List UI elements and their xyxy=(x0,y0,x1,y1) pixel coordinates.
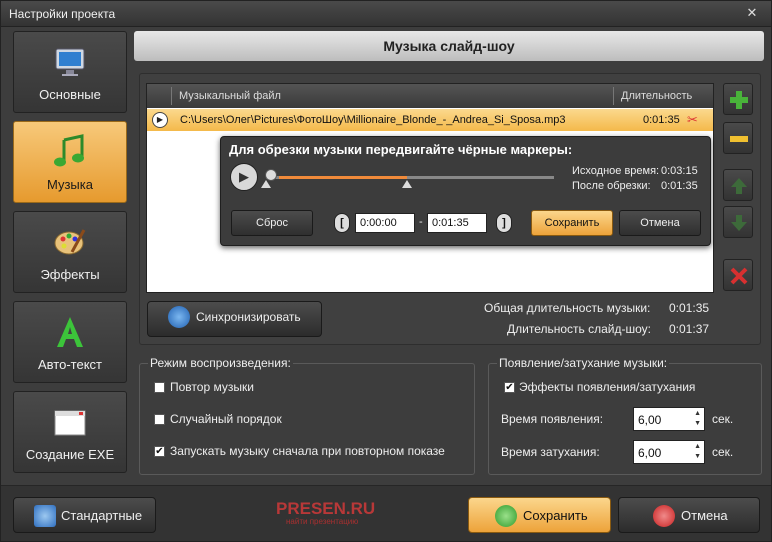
move-up-button[interactable] xyxy=(723,169,753,201)
preview-play-icon[interactable]: ▶ xyxy=(230,163,258,191)
nav-create-exe-label: Создание EXE xyxy=(25,447,115,462)
spin-up-icon[interactable]: ▲ xyxy=(694,443,701,450)
sync-button[interactable]: Синхронизировать xyxy=(147,301,322,337)
end-time-field[interactable]: 0:01:35 xyxy=(427,213,487,233)
nav-autotext-label: Авто-текст xyxy=(38,357,102,372)
cancel-icon xyxy=(653,505,675,527)
random-checkbox[interactable] xyxy=(154,414,165,425)
standard-button-label: Стандартные xyxy=(61,508,143,523)
save-button-label: Сохранить xyxy=(523,508,588,523)
project-settings-window: Настройки проекта ✕ Основные Музыка Эффе… xyxy=(0,0,772,542)
fade-in-label: Время появления: xyxy=(501,412,604,426)
spin-up-icon[interactable]: ▲ xyxy=(694,410,701,417)
plus-icon xyxy=(730,91,748,109)
column-file[interactable]: Музыкальный файл xyxy=(179,90,281,102)
fade-in-value: 6,00 xyxy=(638,413,662,427)
sync-icon xyxy=(168,306,190,328)
add-music-button[interactable] xyxy=(723,83,753,115)
start-marker[interactable] xyxy=(261,180,271,188)
table-row[interactable]: ▶ C:\Users\Олег\Pictures\ФотоШоу\Million… xyxy=(147,109,713,131)
reset-button[interactable]: Сброс xyxy=(231,210,313,236)
trim-save-button[interactable]: Сохранить xyxy=(531,210,613,236)
trim-track[interactable] xyxy=(266,176,554,179)
close-icon[interactable]: ✕ xyxy=(743,5,761,21)
title-bar: Настройки проекта ✕ xyxy=(1,1,771,27)
source-time-value: 0:03:15 xyxy=(661,165,698,177)
set-start-button[interactable]: [ xyxy=(334,213,350,233)
trim-heading: Для обрезки музыки передвигайте чёрные м… xyxy=(229,142,573,157)
minus-icon xyxy=(730,136,748,142)
slideshow-duration-value: 0:01:37 xyxy=(669,322,710,336)
repeat-checkbox[interactable] xyxy=(154,382,165,393)
after-trim-label: После обрезки: xyxy=(572,180,651,192)
settings-icon xyxy=(34,505,56,527)
delete-x-icon xyxy=(730,267,748,285)
restart-checkbox[interactable]: ✔ xyxy=(154,446,165,457)
total-music-value: 0:01:35 xyxy=(669,301,710,315)
nav-general[interactable]: Основные xyxy=(13,31,127,113)
fade-out-spinner[interactable]: 6,00 ▲ ▼ xyxy=(633,440,705,464)
delete-music-button[interactable] xyxy=(723,259,753,291)
spin-down-icon[interactable]: ▼ xyxy=(694,453,701,460)
nav-autotext[interactable]: Авто-текст xyxy=(13,301,127,383)
trim-cancel-button[interactable]: Отмена xyxy=(619,210,701,236)
column-separator xyxy=(171,87,172,105)
start-time-field[interactable]: 0:00:00 xyxy=(355,213,415,233)
slideshow-duration-label: Длительность слайд-шоу: xyxy=(507,322,651,336)
fade-legend: Появление/затухание музыки: xyxy=(497,356,670,370)
total-music-label: Общая длительность музыки: xyxy=(484,301,651,315)
scissors-icon[interactable]: ✂ xyxy=(687,112,698,128)
play-icon[interactable]: ▶ xyxy=(152,112,168,128)
music-file-duration: 0:01:35 xyxy=(643,114,680,126)
source-time-label: Исходное время: xyxy=(572,165,660,177)
after-trim-value: 0:01:35 xyxy=(661,180,698,192)
cancel-button-label: Отмена xyxy=(681,508,728,523)
standard-button[interactable]: Стандартные xyxy=(13,497,156,533)
fade-out-unit: сек. xyxy=(712,445,734,459)
arrow-down-icon xyxy=(731,215,747,231)
fade-in-spinner[interactable]: 6,00 ▲ ▼ xyxy=(633,407,705,431)
fade-effects-label: Эффекты появления/затухания xyxy=(519,380,696,394)
remove-music-button[interactable] xyxy=(723,122,753,154)
page-title: Музыка слайд-шоу xyxy=(134,31,764,61)
range-dash: - xyxy=(419,216,423,228)
trim-popup: Для обрезки музыки передвигайте чёрные м… xyxy=(220,136,711,246)
nav-general-label: Основные xyxy=(39,87,101,102)
end-marker[interactable] xyxy=(402,180,412,188)
nav-effects[interactable]: Эффекты xyxy=(13,211,127,293)
nav-effects-label: Эффекты xyxy=(40,267,100,282)
fade-effects-checkbox[interactable]: ✔ xyxy=(504,382,515,393)
playback-mode-legend: Режим воспроизведения: xyxy=(148,356,293,370)
music-file-path: C:\Users\Олег\Pictures\ФотоШоу\Millionai… xyxy=(180,114,566,126)
spin-down-icon[interactable]: ▼ xyxy=(694,420,701,427)
arrow-up-icon xyxy=(731,178,747,194)
fade-out-value: 6,00 xyxy=(638,446,662,460)
cancel-button[interactable]: Отмена xyxy=(618,497,760,533)
monitor-icon xyxy=(55,48,85,76)
logo-text: PRESEN.RU xyxy=(276,499,376,518)
nav-music-label: Музыка xyxy=(47,177,93,192)
move-down-button[interactable] xyxy=(723,206,753,238)
random-label: Случайный порядок xyxy=(170,412,282,426)
window-title: Настройки проекта xyxy=(9,7,116,21)
set-end-button[interactable]: ] xyxy=(496,213,512,233)
palette-icon xyxy=(54,229,86,255)
trim-selected-range xyxy=(279,176,407,179)
logo-subtext: найти презентацию xyxy=(286,517,359,526)
letter-a-icon xyxy=(57,317,83,347)
save-button[interactable]: Сохранить xyxy=(468,497,611,533)
window-icon xyxy=(54,410,86,436)
nav-create-exe[interactable]: Создание EXE xyxy=(13,391,127,473)
fade-in-unit: сек. xyxy=(712,412,734,426)
sync-button-label: Синхронизировать xyxy=(196,310,301,324)
restart-label: Запускать музыку сначала при повторном п… xyxy=(170,444,445,458)
list-header: Музыкальный файл Длительность xyxy=(147,84,713,108)
nav-music[interactable]: Музыка xyxy=(13,121,127,203)
column-duration[interactable]: Длительность xyxy=(621,90,692,102)
music-note-icon xyxy=(54,134,84,167)
checkmark-icon xyxy=(495,505,517,527)
repeat-label: Повтор музыки xyxy=(170,380,254,394)
fade-out-label: Время затухания: xyxy=(501,445,600,459)
column-separator xyxy=(613,87,614,105)
